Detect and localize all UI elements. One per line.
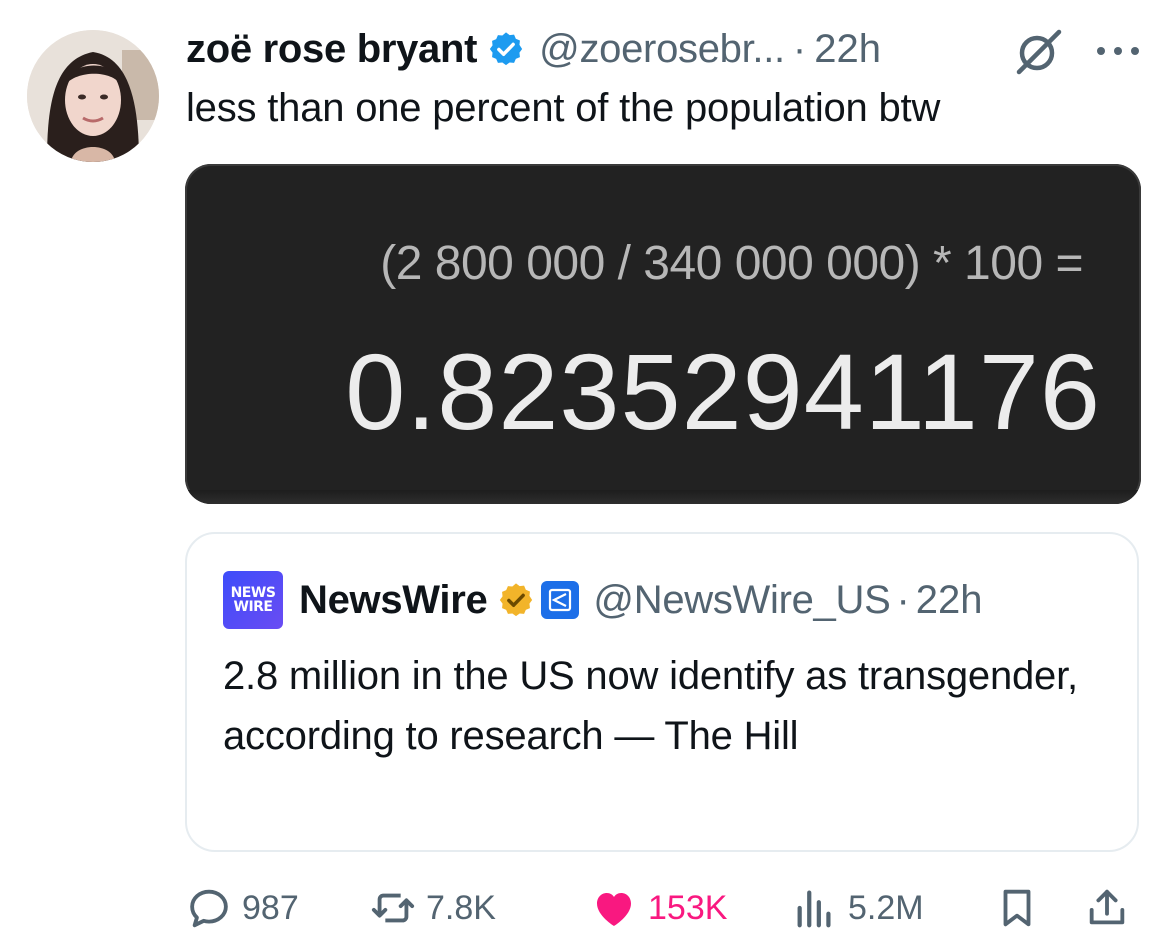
repost-icon bbox=[371, 893, 415, 923]
gold-verified-icon[interactable] bbox=[497, 581, 535, 619]
quoted-author-name[interactable]: NewsWire bbox=[299, 578, 488, 623]
affiliate-badge-icon[interactable] bbox=[541, 581, 580, 619]
verified-icon[interactable] bbox=[487, 30, 525, 68]
like-count: 153K bbox=[648, 888, 728, 927]
views-button[interactable]: 5.2M bbox=[792, 876, 924, 940]
logo-text-line2: WIRE bbox=[233, 599, 274, 615]
separator-dot: · bbox=[792, 26, 807, 71]
more-icon[interactable] bbox=[1093, 36, 1143, 66]
calculator-expression: (2 800 000 / 340 000 000) * 100 = bbox=[380, 237, 1083, 290]
share-button[interactable] bbox=[1084, 876, 1130, 940]
avatar[interactable] bbox=[27, 30, 159, 162]
tweet-image[interactable]: (2 800 000 / 340 000 000) * 100 = 0.8235… bbox=[185, 164, 1141, 504]
image-edge bbox=[185, 490, 1141, 504]
affiliate-glyph-icon bbox=[549, 588, 572, 612]
views-icon bbox=[797, 890, 831, 928]
quoted-tweet-header: NEWS WIRE NewsWire @NewsWire_US · 22h bbox=[223, 571, 983, 629]
quoted-tweet-text: 2.8 million in the US now identify as tr… bbox=[223, 654, 1078, 758]
quoted-author-handle[interactable]: @NewsWire_US bbox=[593, 578, 890, 623]
reply-count: 987 bbox=[242, 888, 299, 927]
bookmark-icon bbox=[1003, 889, 1031, 927]
reply-button[interactable]: 987 bbox=[186, 876, 299, 940]
author-name[interactable]: zoë rose bryant bbox=[186, 27, 477, 72]
reply-icon bbox=[190, 889, 228, 928]
tweet-header: zoë rose bryant @zoerosebr... · 22h bbox=[186, 24, 881, 74]
quoted-tweet-time[interactable]: 22h bbox=[916, 578, 983, 623]
heart-icon bbox=[597, 893, 631, 926]
like-button[interactable]: 153K bbox=[590, 876, 727, 940]
repost-count: 7.8K bbox=[426, 888, 496, 927]
quoted-separator-dot: · bbox=[896, 577, 910, 622]
author-handle[interactable]: @zoerosebr... bbox=[539, 27, 785, 72]
action-bar: 987 7.8K 153K 5.2M bbox=[186, 876, 1146, 940]
tweet-text: less than one percent of the population … bbox=[186, 86, 941, 130]
avatar-photo bbox=[27, 30, 159, 162]
newswire-logo[interactable]: NEWS WIRE bbox=[223, 571, 283, 629]
repost-button[interactable]: 7.8K bbox=[370, 876, 496, 940]
logo-text-line1: NEWS bbox=[230, 585, 276, 601]
calculator-result: 0.8235294117​6 bbox=[345, 331, 1101, 452]
tweet-time[interactable]: 22h bbox=[814, 27, 881, 72]
bookmark-button[interactable] bbox=[994, 876, 1040, 940]
quoted-tweet[interactable]: NEWS WIRE NewsWire @NewsWire_US · 22h 2.… bbox=[185, 532, 1139, 852]
share-icon bbox=[1089, 889, 1125, 925]
grok-icon[interactable] bbox=[1013, 26, 1065, 78]
views-count: 5.2M bbox=[848, 888, 924, 927]
